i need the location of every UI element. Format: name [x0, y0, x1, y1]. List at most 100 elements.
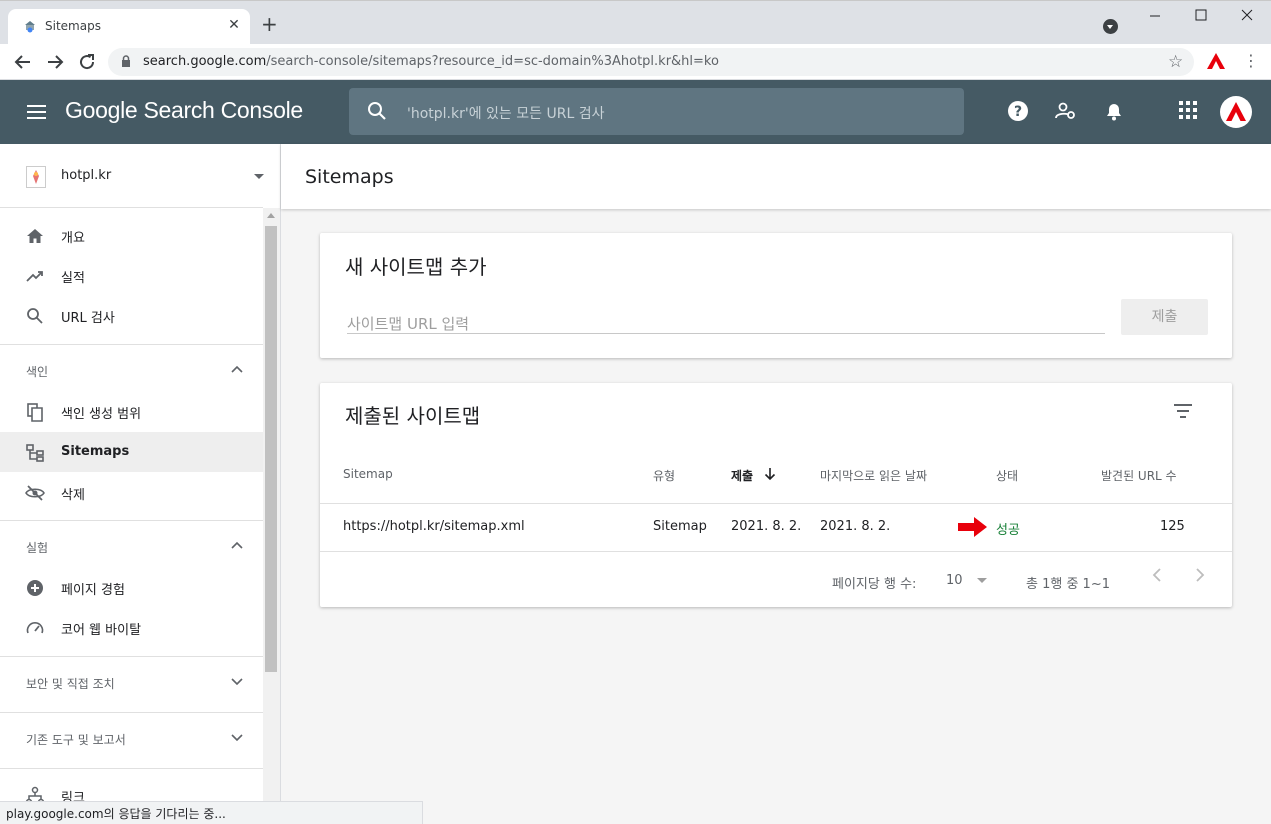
- hamburger-menu-icon[interactable]: [26, 101, 48, 123]
- filter-icon[interactable]: [1172, 403, 1194, 419]
- trending-icon: [26, 271, 43, 282]
- browser-toolbar: search.google.com/search-console/sitemap…: [0, 44, 1271, 80]
- chevron-down-icon: [231, 734, 243, 741]
- sitemap-icon: [26, 444, 44, 462]
- sidebar-item-label: 코어 웹 바이탈: [61, 623, 142, 638]
- help-icon[interactable]: ?: [1007, 100, 1029, 122]
- cell-sitemap[interactable]: https://hotpl.kr/sitemap.xml: [343, 519, 525, 534]
- add-sitemap-card: 새 사이트맵 추가 사이트맵 URL 입력 제출: [320, 233, 1232, 358]
- tab-close-icon[interactable]: ✕: [226, 17, 242, 33]
- sidebar-divider: [0, 768, 263, 769]
- eye-off-icon: [25, 485, 45, 501]
- chevron-up-icon: [231, 365, 243, 373]
- search-icon: [27, 308, 43, 324]
- pagination-range: 총 1행 중 1~1: [1026, 577, 1110, 592]
- url-inspection-search[interactable]: 'hotpl.kr'에 있는 모든 URL 검사: [349, 88, 964, 135]
- extension-logo-icon[interactable]: [1206, 52, 1226, 70]
- sidebar-item-removals[interactable]: 삭제: [0, 472, 263, 512]
- rows-per-page-dropdown-icon[interactable]: [977, 578, 987, 583]
- apps-grid-icon[interactable]: [1178, 100, 1198, 120]
- chevron-up-icon: [231, 541, 243, 549]
- cell-type: Sitemap: [653, 519, 707, 534]
- column-header-submitted[interactable]: 제출: [731, 467, 753, 484]
- chevron-down-icon: [231, 678, 243, 685]
- lock-icon[interactable]: [121, 55, 131, 68]
- submitted-sitemaps-card: 제출된 사이트맵 Sitemap 유형 제출 마지막으로 읽은 날짜 상태 발견…: [320, 383, 1232, 607]
- previous-page-icon[interactable]: [1152, 568, 1162, 582]
- sidebar-scrollbar[interactable]: [263, 208, 280, 824]
- property-selector[interactable]: hotpl.kr: [0, 144, 264, 208]
- search-console-favicon-icon: [25, 21, 35, 33]
- cell-last-read: 2021. 8. 2.: [820, 519, 891, 534]
- rows-per-page-label: 페이지당 행 수:: [832, 577, 917, 592]
- minimize-icon[interactable]: [1148, 9, 1162, 23]
- table-row-divider: [320, 551, 1232, 552]
- browser-tab[interactable]: Sitemaps ✕: [8, 9, 250, 45]
- sidebar-item-coverage[interactable]: 색인 생성 범위: [0, 391, 263, 431]
- address-bar[interactable]: search.google.com/search-console/sitemap…: [108, 48, 1194, 76]
- sidebar: hotpl.kr 개요 실적 URL 검사 색인 색인 생성 범위 Sitema…: [0, 144, 281, 824]
- sidebar-item-sitemaps[interactable]: Sitemaps: [0, 432, 263, 472]
- cell-submitted: 2021. 8. 2.: [731, 519, 802, 534]
- window-close-icon[interactable]: [1240, 8, 1254, 22]
- back-arrow-icon[interactable]: [11, 50, 35, 74]
- main-content: Sitemaps 새 사이트맵 추가 사이트맵 URL 입력 제출 제출된 사이…: [281, 144, 1271, 824]
- rows-per-page-select[interactable]: 10: [946, 573, 963, 588]
- browser-status-bar: play.google.com의 응답을 기다리는 중...: [0, 801, 423, 824]
- sidebar-divider: [0, 520, 263, 521]
- column-header-status[interactable]: 상태: [996, 467, 1018, 484]
- sidebar-item-overview[interactable]: 개요: [0, 215, 263, 255]
- sidebar-item-page-experience[interactable]: 페이지 경험: [0, 567, 263, 607]
- section-legacy-header[interactable]: 기존 도구 및 보고서: [0, 719, 263, 759]
- scrollbar-thumb[interactable]: [265, 226, 277, 672]
- sidebar-item-url-inspection[interactable]: URL 검사: [0, 295, 263, 335]
- forward-arrow-icon[interactable]: [43, 50, 67, 74]
- bookmark-star-icon[interactable]: ☆: [1168, 52, 1183, 72]
- column-header-last-read[interactable]: 마지막으로 읽은 날짜: [820, 467, 927, 484]
- column-header-discovered-urls[interactable]: 발견된 URL 수: [1101, 467, 1177, 484]
- section-label: 색인: [26, 365, 49, 379]
- section-label: 보안 및 직접 조치: [26, 677, 115, 691]
- next-page-icon[interactable]: [1195, 568, 1205, 582]
- column-header-type[interactable]: 유형: [653, 467, 675, 484]
- sidebar-item-performance[interactable]: 실적: [0, 255, 263, 295]
- submitted-sitemaps-title: 제출된 사이트맵: [345, 404, 481, 428]
- search-icon: [368, 102, 386, 120]
- section-security-header[interactable]: 보안 및 직접 조치: [0, 663, 263, 703]
- account-logo-icon: [1226, 102, 1246, 121]
- browser-menu-icon[interactable]: ⋮: [1243, 51, 1259, 70]
- page-title: Sitemaps: [305, 166, 394, 188]
- annotation-arrow-icon: [958, 517, 987, 537]
- url-host: search.google.com: [143, 54, 267, 69]
- browser-profile-dropdown-icon[interactable]: [1103, 19, 1118, 34]
- column-header-sitemap[interactable]: Sitemap: [343, 467, 393, 481]
- cell-status: 성공: [996, 523, 1020, 538]
- plus-circle-icon: [27, 580, 43, 596]
- sidebar-item-label: 실적: [61, 271, 85, 286]
- new-tab-button[interactable]: +: [261, 14, 278, 34]
- sidebar-divider: [0, 656, 263, 657]
- home-icon: [27, 229, 43, 243]
- submit-button[interactable]: 제출: [1121, 299, 1208, 335]
- search-placeholder: 'hotpl.kr'에 있는 모든 URL 검사: [407, 106, 605, 122]
- section-experience-header[interactable]: 실험: [0, 527, 263, 567]
- section-index-header[interactable]: 색인: [0, 351, 263, 391]
- section-label: 실험: [26, 541, 49, 555]
- sidebar-item-label: URL 검사: [61, 311, 115, 326]
- url-text[interactable]: search.google.com/search-console/sitemap…: [143, 54, 719, 69]
- scroll-up-arrow-icon[interactable]: [267, 213, 275, 218]
- property-dropdown-icon[interactable]: [254, 174, 264, 179]
- notifications-bell-icon[interactable]: [1103, 100, 1125, 122]
- sitemap-url-input[interactable]: 사이트맵 URL 입력: [347, 310, 1105, 334]
- maximize-icon[interactable]: [1194, 8, 1208, 22]
- gauge-icon: [26, 622, 44, 634]
- tab-title: Sitemaps: [45, 19, 101, 33]
- reload-icon[interactable]: [75, 50, 99, 74]
- app-brand[interactable]: Google Search Console: [65, 97, 303, 124]
- user-settings-icon[interactable]: [1055, 100, 1077, 122]
- sidebar-divider: [0, 712, 263, 713]
- sort-arrow-down-icon[interactable]: [764, 467, 776, 481]
- sidebar-item-core-web-vitals[interactable]: 코어 웹 바이탈: [0, 607, 263, 647]
- account-avatar[interactable]: [1220, 96, 1252, 128]
- property-favicon-icon: [26, 166, 46, 188]
